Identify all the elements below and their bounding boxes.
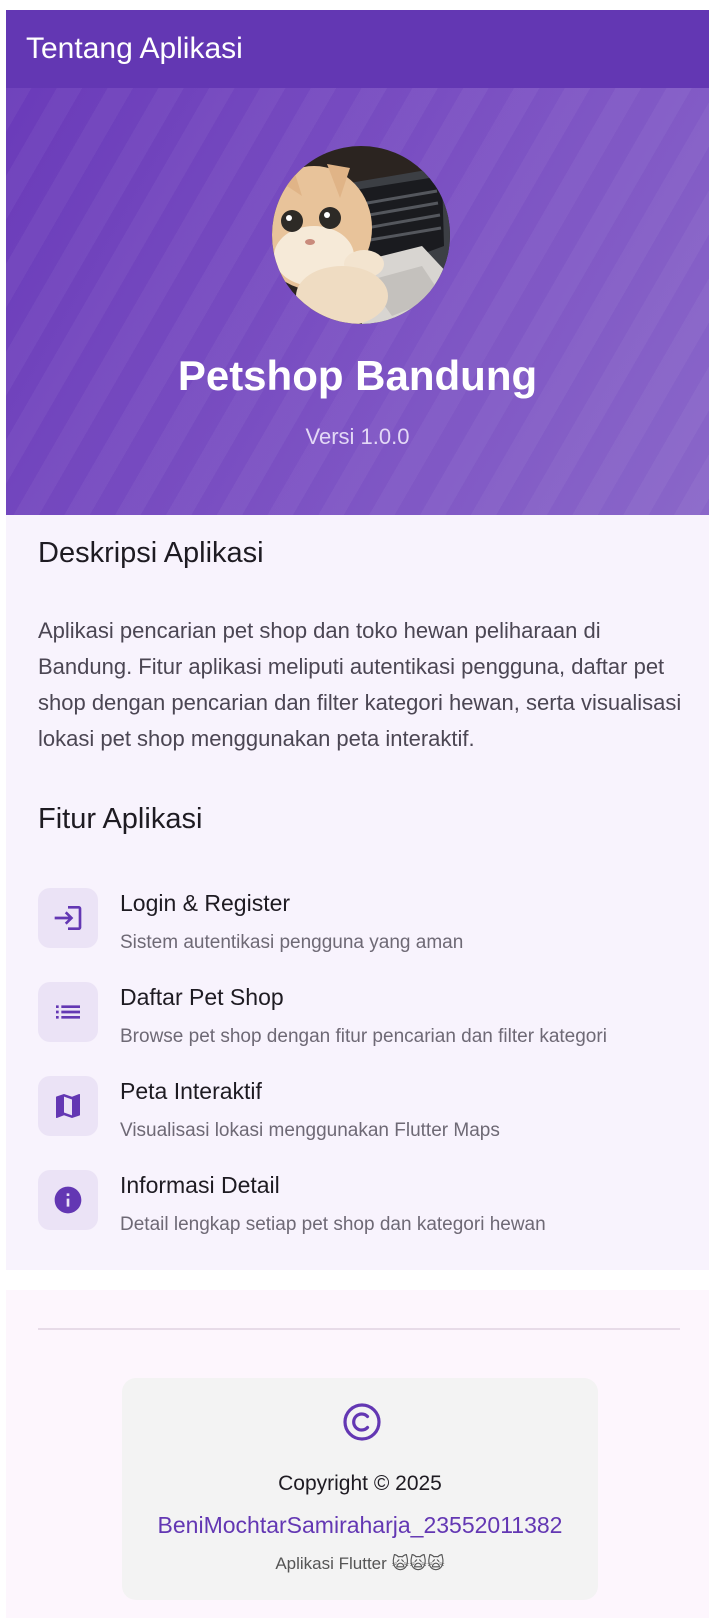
login-icon (38, 888, 98, 948)
feature-title: Daftar Pet Shop (120, 984, 284, 1010)
feature-title: Informasi Detail (120, 1172, 280, 1198)
hero-header: Petshop Bandung Versi 1.0.0 (6, 88, 709, 515)
feature-title: Peta Interaktif (120, 1078, 262, 1104)
cat-photo-icon (272, 146, 450, 324)
info-icon (38, 1170, 98, 1230)
feature-subtitle: Visualisasi lokasi menggunakan Flutter M… (120, 1120, 500, 1141)
feature-item-list: Daftar Pet Shop Browse pet shop dengan f… (38, 982, 698, 1062)
about-content: Deskripsi Aplikasi Aplikasi pencarian pe… (6, 515, 709, 1270)
copyright-card: Copyright © 2025 BeniMochtarSamiraharja_… (122, 1378, 598, 1600)
copyright-icon (343, 1403, 381, 1441)
app-avatar (272, 146, 450, 324)
feature-subtitle: Detail lengkap setiap pet shop dan kateg… (120, 1214, 546, 1235)
app-bar-title: Tentang Aplikasi (26, 32, 243, 65)
app-name: Petshop Bandung (177, 352, 538, 399)
map-icon (38, 1076, 98, 1136)
feature-subtitle: Sistem autentikasi pengguna yang aman (120, 932, 464, 953)
footer-note: Aplikasi Flutter 🙀🙀🙀 (275, 1554, 445, 1573)
app-version: Versi 1.0.0 (305, 424, 410, 449)
footer: Copyright © 2025 BeniMochtarSamiraharja_… (6, 1290, 709, 1618)
footer-divider (38, 1328, 680, 1330)
feature-item-map: Peta Interaktif Visualisasi lokasi mengg… (38, 1076, 698, 1156)
app-bar: Tentang Aplikasi (6, 10, 709, 88)
feature-subtitle: Browse pet shop dengan fitur pencarian d… (120, 1026, 607, 1047)
description-text: Aplikasi pencarian pet shop dan toko hew… (38, 618, 682, 751)
features-heading: Fitur Aplikasi (38, 803, 203, 835)
feature-title: Login & Register (120, 890, 291, 916)
list-icon (38, 982, 98, 1042)
feature-item-info: Informasi Detail Detail lengkap setiap p… (38, 1170, 698, 1250)
feature-item-login: Login & Register Sistem autentikasi peng… (38, 888, 698, 968)
copyright-text: Copyright © 2025 (278, 1472, 442, 1495)
author-name: BeniMochtarSamiraharja_23552011382 (157, 1512, 563, 1538)
description-heading: Deskripsi Aplikasi (38, 537, 264, 569)
